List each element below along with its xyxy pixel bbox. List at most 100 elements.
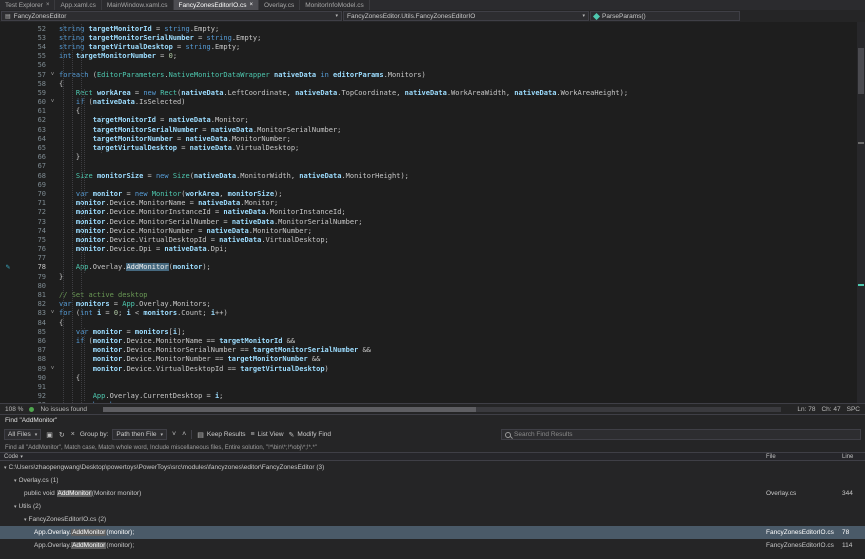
code-line[interactable]: 70 var monitor = new Monitor(workArea, m…	[0, 189, 865, 198]
project-dropdown[interactable]: ▤ FancyZonesEditor ▾	[1, 11, 342, 21]
tab-mainwindow-xaml-cs[interactable]: MainWindow.xaml.cs	[102, 0, 174, 10]
scrollbar-thumb[interactable]	[103, 407, 476, 412]
member-dropdown[interactable]: ParseParams()	[590, 11, 740, 21]
fold-chevron-icon[interactable]: ˅	[46, 310, 59, 316]
scrollbar-thumb[interactable]	[858, 48, 864, 94]
find-results-list[interactable]: ▾C:\Users\zhaopengwang\Desktop\powertoys…	[0, 461, 865, 559]
code-line[interactable]: 69	[0, 180, 865, 189]
vertical-scrollbar[interactable]	[857, 22, 865, 403]
modify-find-button[interactable]: ✎ Modify Find	[288, 431, 331, 439]
code-line[interactable]: 84{	[0, 318, 865, 327]
code-token: =	[152, 25, 165, 33]
code-line[interactable]: 63 targetMonitorSerialNumber = nativeDat…	[0, 125, 865, 134]
code-token: =	[131, 89, 144, 97]
code-token: nativeData	[181, 89, 223, 97]
code-line[interactable]: 54string targetVirtualDesktop = string.E…	[0, 42, 865, 51]
tab-fancyzoneseditorio-cs[interactable]: FancyZonesEditorIO.cs×	[174, 0, 259, 10]
code-line[interactable]: 85 var monitor = monitors[i];	[0, 327, 865, 336]
code-line[interactable]: 64 targetMonitorNumber = nativeData.Moni…	[0, 134, 865, 143]
find-result-row[interactable]: public void AddMonitor(Monitor monitor)O…	[0, 487, 865, 500]
code-line[interactable]: 81// Set active desktop	[0, 290, 865, 299]
fold-chevron-icon[interactable]: ˅	[46, 72, 59, 78]
search-find-results-input[interactable]: Search Find Results	[501, 429, 861, 440]
code-line[interactable]: 75 monitor.Device.VirtualDesktopId = nat…	[0, 235, 865, 244]
match-highlight: AddMonitor	[71, 529, 106, 536]
code-line[interactable]: 77	[0, 254, 865, 263]
code-editor[interactable]: 52string targetMonitorId = string.Empty;…	[0, 22, 865, 403]
code-line[interactable]: 73 monitor.Device.MonitorSerialNumber = …	[0, 217, 865, 226]
code-line[interactable]: 86 if (monitor.Device.MonitorName == tar…	[0, 336, 865, 345]
health-indicator-icon[interactable]	[29, 407, 34, 412]
code-line[interactable]: 52string targetMonitorId = string.Empty;	[0, 24, 865, 33]
code-token: .IsSelected)	[135, 98, 186, 106]
horizontal-scrollbar[interactable]	[103, 407, 781, 412]
find-result-row[interactable]: ▾Utils (2)	[0, 500, 865, 513]
find-result-row[interactable]: ▾FancyZonesEditorIO.cs (2)	[0, 513, 865, 526]
code-line[interactable]: 76 monitor.Device.Dpi = nativeData.Dpi;	[0, 245, 865, 254]
code-line[interactable]: 67	[0, 162, 865, 171]
modify-find-label: Modify Find	[297, 431, 331, 438]
refresh-icon[interactable]: ↻	[58, 431, 66, 439]
find-result-row[interactable]: ▾Overlay.cs (1)	[0, 474, 865, 487]
fold-chevron-icon[interactable]: ˅	[46, 99, 59, 105]
find-result-row[interactable]: App.Overlay.AddMonitor(monitor);FancyZon…	[0, 539, 865, 552]
column-header-file[interactable]: File	[766, 453, 776, 460]
find-results-title[interactable]: Find "AddMonitor"	[0, 414, 865, 426]
expand-chevron-icon[interactable]: ▾	[14, 478, 17, 484]
tab-test-explorer[interactable]: Test Explorer×	[0, 0, 55, 10]
code-line[interactable]: 88 monitor.Device.MonitorNumber == targe…	[0, 355, 865, 364]
code-line[interactable]: 56	[0, 61, 865, 70]
code-line[interactable]: 66 }	[0, 153, 865, 162]
column-header-line[interactable]: Line	[842, 453, 853, 460]
find-result-row[interactable]: App.Overlay.AddMonitor(monitor);FancyZon…	[0, 526, 865, 539]
code-line[interactable]: 90 {	[0, 373, 865, 382]
code-line[interactable]: 68 Size monitorSize = new Size(nativeDat…	[0, 171, 865, 180]
expand-chevron-icon[interactable]: ▾	[4, 465, 7, 471]
expand-chevron-icon[interactable]: ▾	[24, 517, 27, 523]
code-line[interactable]: 82var monitors = App.Overlay.Monitors;	[0, 300, 865, 309]
chevron-down-icon: ▾	[35, 432, 38, 438]
collapse-all-icon[interactable]: ˄	[181, 431, 187, 438]
code-line[interactable]: 55int targetMonitorNumber = 0;	[0, 52, 865, 61]
code-line[interactable]: 53string targetMonitorSerialNumber = str…	[0, 33, 865, 42]
code-line[interactable]: 83˅for (int i = 0; i < monitors.Count; i…	[0, 309, 865, 318]
close-icon[interactable]: ×	[249, 2, 253, 8]
code-line[interactable]: 79}	[0, 272, 865, 281]
code-line[interactable]: 80	[0, 281, 865, 290]
list-view-toggle[interactable]: ≡ List View	[250, 431, 284, 438]
close-icon[interactable]: ×	[46, 2, 50, 8]
scope-dropdown[interactable]: All Files ▾	[4, 429, 41, 440]
zoom-control[interactable]: 108 %	[5, 406, 23, 413]
keep-results-toggle[interactable]: ▤ Keep Results	[196, 431, 245, 439]
code-line[interactable]: 58{	[0, 79, 865, 88]
code-line[interactable]: 87 monitor.Device.MonitorSerialNumber ==…	[0, 346, 865, 355]
code-line[interactable]: 57˅foreach (EditorParameters.NativeMonit…	[0, 70, 865, 79]
find-result-row[interactable]: ▾C:\Users\zhaopengwang\Desktop\powertoys…	[0, 461, 865, 474]
code-line[interactable]: 74 monitor.Device.MonitorNumber = native…	[0, 226, 865, 235]
code-line[interactable]: 61 {	[0, 107, 865, 116]
tab-overlay-cs[interactable]: Overlay.cs	[259, 0, 300, 10]
code-line[interactable]: 92 App.Overlay.CurrentDesktop = i;	[0, 392, 865, 401]
tab-monitorinfomodel-cs[interactable]: MonitorInfoModel.cs	[300, 0, 370, 10]
code-line[interactable]: 89˅ monitor.Device.VirtualDesktopId == t…	[0, 364, 865, 373]
copy-results-icon[interactable]: ▣	[45, 431, 54, 439]
clear-results-icon[interactable]: ×	[70, 431, 76, 438]
code-line[interactable]: ✎78 App.Overlay.AddMonitor(monitor);	[0, 263, 865, 272]
view-mode-dropdown[interactable]: Code ▾	[4, 453, 23, 460]
fold-chevron-icon[interactable]: ˅	[46, 366, 59, 372]
tab-app-xaml-cs[interactable]: App.xaml.cs	[55, 0, 101, 10]
code-line[interactable]: 91	[0, 382, 865, 391]
expand-chevron-icon[interactable]: ▾	[14, 504, 17, 510]
code-line[interactable]: 62 targetMonitorId = nativeData.Monitor;	[0, 116, 865, 125]
code-token: .Empty;	[232, 34, 262, 42]
code-line[interactable]: 59 Rect workArea = new Rect(nativeData.L…	[0, 88, 865, 97]
code-line[interactable]: 72 monitor.Device.MonitorInstanceId = na…	[0, 208, 865, 217]
find-summary: Find all "AddMonitor", Match case, Match…	[0, 443, 865, 452]
type-dropdown[interactable]: FancyZonesEditor.Utils.FancyZonesEditorI…	[343, 11, 589, 21]
code-line[interactable]: 71 monitor.Device.MonitorName = nativeDa…	[0, 199, 865, 208]
code-token: targetMonitorId	[89, 25, 152, 33]
group-by-dropdown[interactable]: Path then File ▾	[112, 429, 167, 440]
code-line[interactable]: 65 targetVirtualDesktop = nativeData.Vir…	[0, 143, 865, 152]
expand-all-icon[interactable]: ˅	[171, 431, 177, 438]
code-line[interactable]: 60˅ if (nativeData.IsSelected)	[0, 98, 865, 107]
